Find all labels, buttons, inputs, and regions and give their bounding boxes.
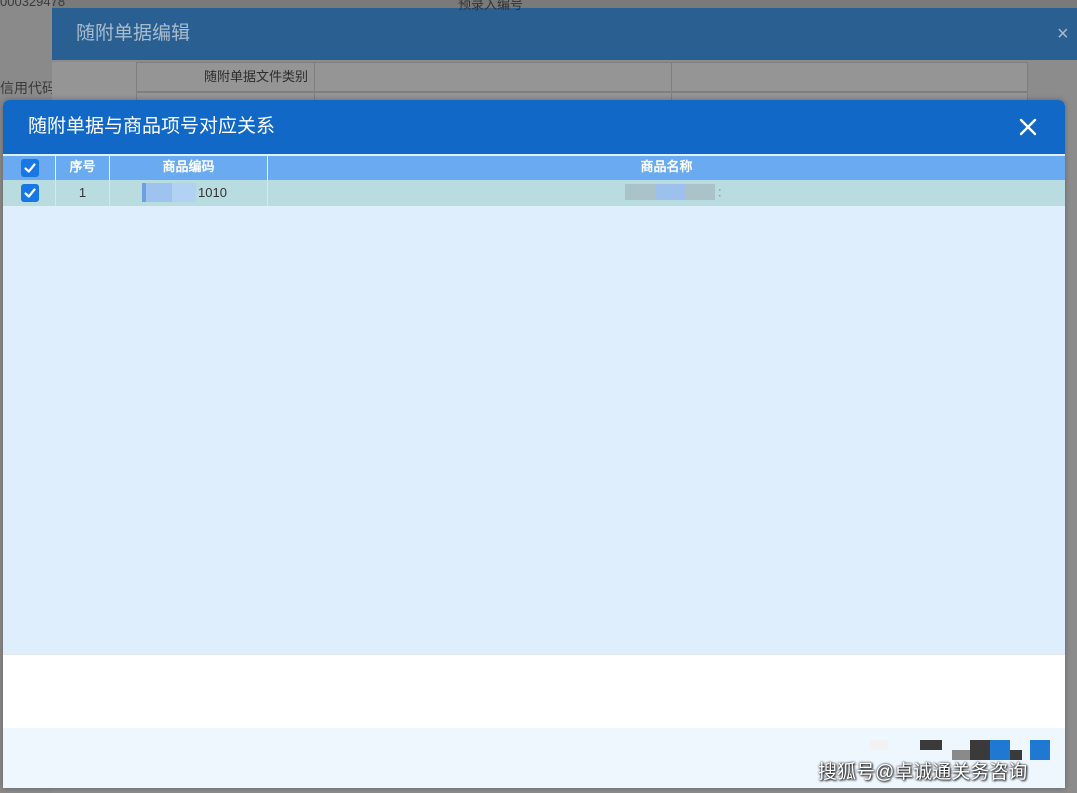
checkmark-icon	[24, 163, 36, 173]
row-checkbox[interactable]	[21, 184, 39, 202]
relation-grid: 序号 商品编码 商品名称 1 1010 ：	[3, 154, 1065, 654]
dialog-body-spacer	[3, 654, 1065, 729]
select-all-column	[3, 156, 56, 180]
redaction-mosaic	[172, 183, 196, 202]
column-header-seq[interactable]: 序号	[56, 156, 110, 180]
row-code-visible: 1010	[198, 185, 227, 200]
redaction-mosaic	[146, 183, 172, 202]
back-form-field[interactable]	[315, 63, 672, 91]
watermark-mosaic	[870, 740, 888, 750]
watermark-text: 搜狐号@卓诚通关务咨询	[818, 762, 1028, 783]
close-icon[interactable]	[1017, 116, 1039, 138]
row-name-visible: ：	[717, 187, 728, 199]
dialog-header: 随附单据与商品项号对应关系	[3, 100, 1065, 154]
row-code-cell: 1010	[110, 180, 268, 206]
row-seq: 1	[56, 180, 110, 206]
back-modal-header: 随附单据编辑 ×	[52, 8, 1077, 60]
grid-header: 序号 商品编码 商品名称	[3, 156, 1065, 180]
dialog-title: 随附单据与商品项号对应关系	[28, 116, 276, 137]
row-select-cell	[3, 180, 56, 206]
select-all-checkbox[interactable]	[21, 159, 39, 177]
watermark-mosaic	[1030, 740, 1050, 760]
back-modal-title: 随附单据编辑	[76, 23, 191, 44]
background-code-label: 信用代码	[0, 80, 56, 96]
redaction-mosaic	[625, 184, 655, 200]
back-form-label: 随附单据文件类别	[137, 63, 315, 91]
background-top-label: 预录入编号	[458, 0, 524, 12]
redaction-mosaic	[655, 184, 685, 200]
relation-dialog: 随附单据与商品项号对应关系 序号 商品编码 商品名称 1 1010 ：	[3, 100, 1065, 788]
table-row[interactable]: 1 1010 ：	[3, 180, 1065, 206]
redaction-mosaic	[685, 184, 715, 200]
column-header-name[interactable]: 商品名称	[268, 156, 1065, 180]
back-modal-close-button[interactable]: ×	[1057, 8, 1077, 60]
column-header-code[interactable]: 商品编码	[110, 156, 268, 180]
back-form-row: 随附单据文件类别	[136, 62, 1028, 92]
checkmark-icon	[24, 188, 36, 198]
row-name-cell: ：	[268, 180, 1065, 206]
watermark-mosaic	[920, 740, 942, 750]
